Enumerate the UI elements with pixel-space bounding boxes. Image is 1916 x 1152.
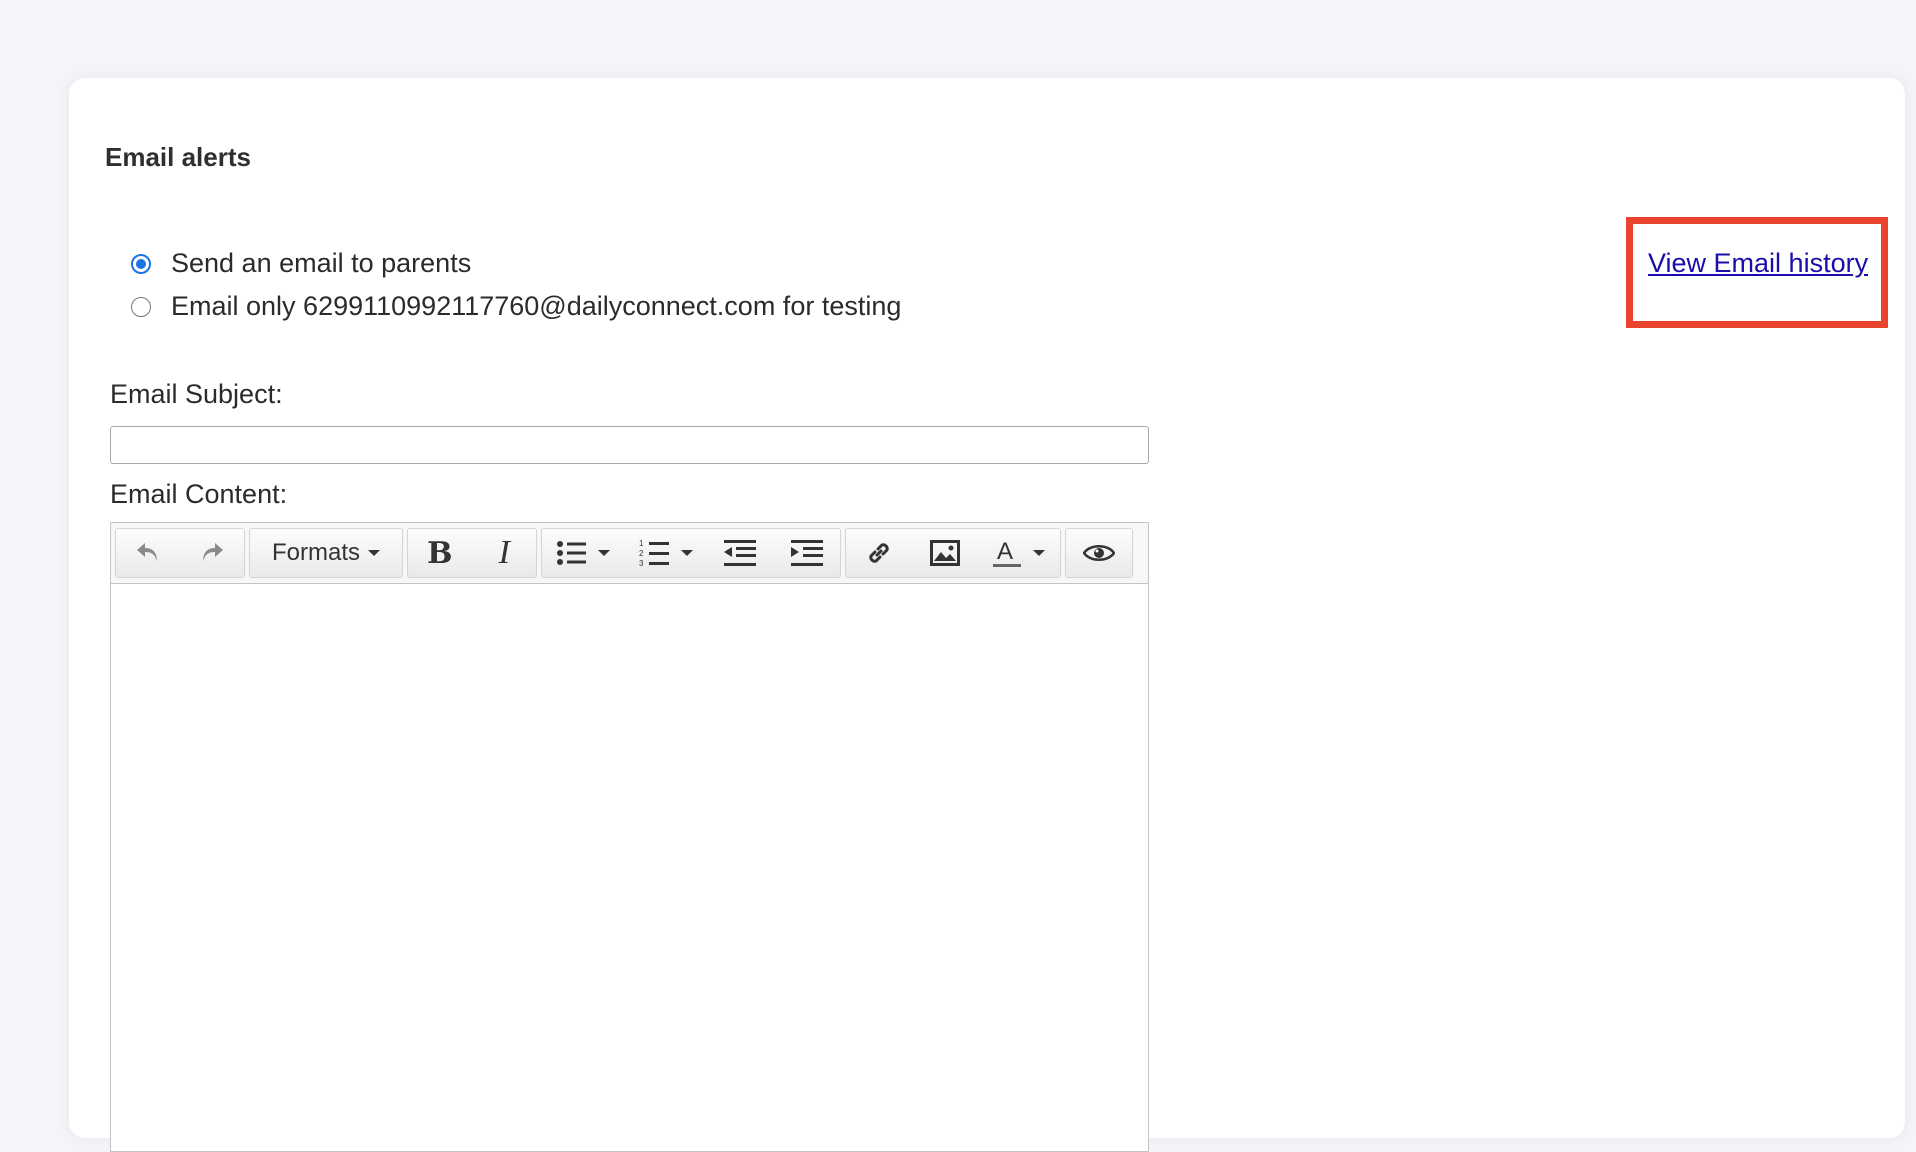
radio-parents-label[interactable]: Send an email to parents	[171, 248, 471, 279]
recipient-option-testing[interactable]: Email only 6299110992117760@dailyconnect…	[131, 291, 901, 322]
history-group	[115, 528, 245, 578]
numbered-list-caret-icon	[680, 550, 693, 556]
text-color-icon: A	[993, 538, 1022, 567]
style-group: B I	[407, 528, 537, 578]
bold-button[interactable]: B	[408, 529, 472, 577]
svg-text:A: A	[997, 538, 1013, 565]
link-icon	[869, 543, 889, 563]
email-content-area[interactable]	[111, 584, 1148, 1152]
undo-button[interactable]	[116, 529, 180, 577]
email-subject-label: Email Subject:	[110, 379, 283, 409]
image-button[interactable]	[911, 529, 977, 577]
outdent-button[interactable]	[706, 529, 773, 577]
view-email-history-link[interactable]: View Email history	[1648, 248, 1868, 279]
email-alerts-card: Email alerts Send an email to parents Em…	[69, 78, 1905, 1152]
formats-label: Formats	[271, 539, 360, 566]
numbered-list-icon: 1 2 3	[639, 539, 669, 568]
radio-testing[interactable]	[131, 296, 151, 317]
redo-button[interactable]	[180, 529, 245, 577]
email-subject-input[interactable]	[110, 426, 1149, 464]
text-color-button[interactable]: A	[978, 529, 1060, 577]
radio-parents[interactable]	[131, 253, 151, 274]
list-group: 1 2 3	[541, 528, 841, 578]
rich-text-editor: Formats B I 1 2 3 A	[110, 522, 1149, 1152]
bullet-list-button[interactable]	[542, 529, 624, 577]
svg-text:1: 1	[639, 539, 644, 548]
bold-icon: B	[427, 535, 453, 571]
view-group	[1065, 528, 1133, 578]
email-content-label: Email Content:	[110, 479, 288, 509]
indent-icon	[791, 540, 824, 566]
editor-toolbar: Formats B I 1 2 3 A	[111, 523, 1148, 584]
italic-icon: I	[498, 534, 510, 571]
text-color-caret-icon	[1033, 550, 1046, 556]
radio-testing-label[interactable]: Email only 6299110992117760@dailyconnect…	[171, 291, 901, 322]
outdent-icon	[724, 540, 757, 566]
preview-button[interactable]	[1066, 529, 1132, 577]
svg-text:2: 2	[639, 549, 644, 558]
section-title: Email alerts	[105, 142, 251, 172]
formats-dropdown[interactable]: Formats	[250, 529, 402, 577]
preview-icon	[1083, 545, 1115, 561]
indent-button[interactable]	[773, 529, 840, 577]
svg-text:3: 3	[639, 559, 644, 568]
link-button[interactable]	[846, 529, 911, 577]
chevron-down-icon	[368, 550, 380, 556]
redo-icon	[203, 543, 224, 561]
italic-button[interactable]: I	[472, 529, 537, 577]
insert-group: A	[845, 528, 1061, 578]
numbered-list-button[interactable]: 1 2 3	[624, 529, 707, 577]
image-icon	[930, 540, 961, 566]
bullet-list-icon	[556, 541, 586, 565]
formats-group: Formats	[249, 528, 403, 578]
bullet-list-caret-icon	[597, 550, 610, 556]
recipient-option-parents[interactable]: Send an email to parents	[131, 248, 471, 279]
undo-icon	[136, 543, 157, 561]
